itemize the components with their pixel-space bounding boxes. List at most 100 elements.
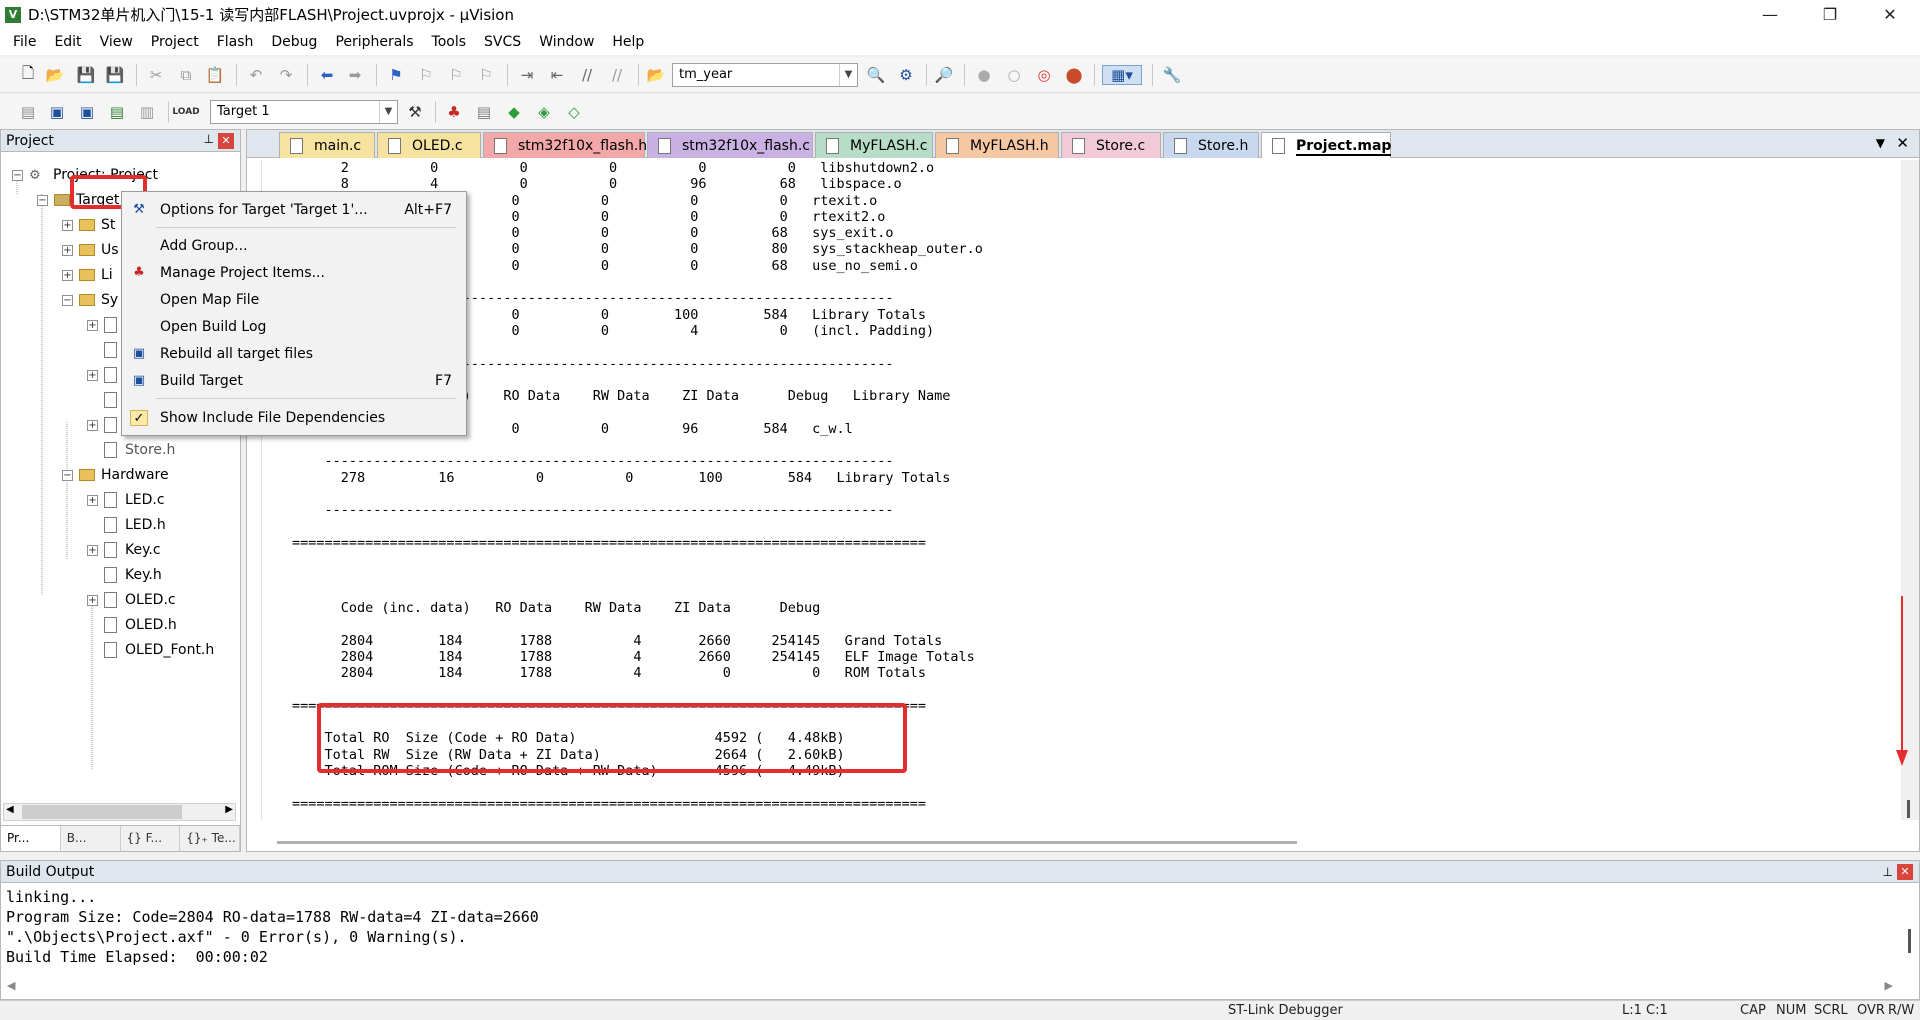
scroll-left-icon[interactable]: ◀ — [6, 804, 14, 815]
uncomment-icon[interactable]: // — [607, 65, 627, 85]
chevron-down-icon[interactable]: ▼ — [839, 64, 857, 86]
replace-icon[interactable]: ⚙ — [896, 65, 916, 85]
tree-file-oled-h[interactable]: OLED.h — [104, 614, 177, 636]
breakpoint-disable-icon[interactable]: ○ — [1004, 65, 1024, 85]
unindent-icon[interactable]: ⇤ — [547, 65, 567, 85]
collapse-icon[interactable]: − — [12, 169, 23, 181]
expand-icon[interactable]: + — [87, 544, 98, 556]
tab-myflash-c[interactable]: MyFLASH.c — [815, 132, 933, 158]
menu-item-options-for-target[interactable]: ⚒ Options for Target 'Target 1'... Alt+F… — [122, 197, 466, 223]
rebuild-icon[interactable]: ▣ — [77, 102, 97, 122]
target-combo[interactable]: Target 1 ▼ — [210, 100, 398, 124]
window-layout-icon[interactable]: ▦▾ — [1102, 65, 1142, 85]
run-time-environment-icon[interactable]: ◇ — [564, 102, 584, 122]
menu-tools[interactable]: Tools — [423, 29, 476, 55]
expand-icon[interactable]: + — [62, 244, 73, 256]
tab-books[interactable]: B... — [61, 826, 121, 851]
tree-file-key-h[interactable]: Key.h — [104, 564, 162, 586]
expand-icon[interactable]: + — [87, 494, 98, 506]
tab-project[interactable]: Pr... — [1, 826, 61, 851]
menu-peripherals[interactable]: Peripherals — [326, 29, 422, 55]
cut-icon[interactable]: ✂ — [146, 65, 166, 85]
scrollbar-thumb[interactable] — [277, 841, 1297, 844]
map-file-content[interactable]: 2 0 0 0 0 0 libshutdown2.o 8 4 0 0 96 68… — [261, 160, 1891, 820]
editor-horizontal-scrollbar[interactable] — [267, 837, 1897, 849]
expand-icon[interactable]: + — [87, 594, 98, 606]
redo-icon[interactable]: ↷ — [276, 65, 296, 85]
scrollbar-thumb[interactable] — [1908, 929, 1911, 953]
close-tab-icon[interactable]: ✕ — [1896, 134, 1909, 152]
clear-bookmarks-icon[interactable]: ⚐ — [476, 65, 496, 85]
disable-all-breakpoints-icon[interactable]: ◎ — [1034, 65, 1054, 85]
menu-window[interactable]: Window — [530, 29, 603, 55]
menu-svcs[interactable]: SVCS — [475, 29, 530, 55]
tab-list-dropdown-icon[interactable]: ▼ — [1876, 136, 1885, 150]
translate-icon[interactable]: ▤ — [18, 102, 38, 122]
menu-view[interactable]: View — [91, 29, 142, 55]
build-icon[interactable]: ▣ — [47, 102, 67, 122]
menu-flash[interactable]: Flash — [208, 29, 263, 55]
next-bookmark-icon[interactable]: ⚐ — [446, 65, 466, 85]
menu-file[interactable]: File — [4, 29, 45, 55]
tab-functions[interactable]: {} F... — [121, 826, 181, 851]
close-window-button[interactable]: ✕ — [1860, 0, 1920, 29]
save-all-icon[interactable]: 💾 — [105, 65, 125, 85]
navigate-back-icon[interactable]: ⬅ — [317, 65, 337, 85]
expand-icon[interactable]: + — [62, 269, 73, 281]
menu-debug[interactable]: Debug — [262, 29, 326, 55]
stop-build-icon[interactable]: ▥ — [137, 102, 157, 122]
tab-stm32f10x-flash-h[interactable]: stm32f10x_flash.h — [483, 132, 647, 158]
indent-icon[interactable]: ⇥ — [517, 65, 537, 85]
tab-project-map[interactable]: Project.map — [1261, 132, 1392, 158]
menu-item-open-map-file[interactable]: Open Map File — [122, 287, 466, 313]
tree-file-key-c[interactable]: + Key.c — [87, 539, 161, 561]
tree-file[interactable]: + — [87, 364, 125, 386]
build-output-horizontal-scrollbar[interactable]: ◀ ▶ — [1, 977, 1919, 997]
tree-file-oled-c[interactable]: + OLED.c — [87, 589, 176, 611]
tab-templates[interactable]: {}₊ Te... — [180, 826, 240, 851]
tree-group-sy[interactable]: − Sy — [62, 289, 118, 311]
menu-item-open-build-log[interactable]: Open Build Log — [122, 314, 466, 340]
target-options-icon[interactable]: ⚒ — [405, 102, 425, 122]
menu-item-show-include-deps[interactable]: ✓ Show Include File Dependencies — [122, 405, 466, 431]
project-horizontal-scrollbar[interactable]: ◀ ▶ — [3, 803, 236, 821]
scrollbar-thumb[interactable] — [22, 805, 182, 819]
collapse-icon[interactable]: − — [62, 469, 73, 481]
tab-main-c[interactable]: main.c — [279, 132, 375, 158]
tree-project-root[interactable]: − ⚙ Project: Project — [12, 164, 158, 186]
tree-file-store-h[interactable]: Store.h — [104, 439, 175, 461]
debug-session-icon[interactable]: 🔎 — [934, 65, 954, 85]
tab-store-h[interactable]: Store.h — [1163, 132, 1259, 158]
expand-icon[interactable]: + — [62, 219, 73, 231]
minimize-button[interactable]: — — [1740, 0, 1800, 29]
open-file-icon[interactable]: 📂 — [45, 65, 65, 85]
tree-target[interactable]: − Target 1 — [37, 189, 133, 211]
menu-help[interactable]: Help — [603, 29, 653, 55]
tree-group-us[interactable]: + Us — [62, 239, 119, 261]
breakpoint-icon[interactable]: ● — [974, 65, 994, 85]
tree-file[interactable]: + — [87, 414, 125, 436]
tree-group-li[interactable]: + Li — [62, 264, 113, 286]
pack-installer-icon[interactable]: ◈ — [534, 102, 554, 122]
expand-icon[interactable]: + — [87, 369, 98, 381]
tab-stm32f10x-flash-c[interactable]: stm32f10x_flash.c — [647, 132, 813, 158]
manage-project-items-icon[interactable]: ♣ — [444, 102, 464, 122]
configure-icon[interactable]: 🔧 — [1162, 65, 1182, 85]
menu-item-add-group[interactable]: Add Group... — [122, 233, 466, 259]
scroll-left-icon[interactable]: ◀ — [7, 979, 15, 992]
kill-all-breakpoints-icon[interactable]: ⬤ — [1064, 65, 1084, 85]
undo-icon[interactable]: ↶ — [246, 65, 266, 85]
download-load-icon[interactable]: LOAD — [172, 102, 199, 122]
collapse-icon[interactable]: − — [62, 294, 73, 306]
menu-item-manage-project-items[interactable]: ♣ Manage Project Items... — [122, 260, 466, 286]
manage-runtime-icon[interactable]: ◆ — [504, 102, 524, 122]
find-in-files-icon[interactable]: 📂 — [646, 65, 666, 85]
menu-item-build-target[interactable]: ▣ Build Target F7 — [122, 368, 466, 394]
save-icon[interactable]: 💾 — [76, 65, 96, 85]
paste-icon[interactable]: 📋 — [205, 65, 225, 85]
pin-icon[interactable]: ⊥ — [1883, 861, 1893, 883]
expand-icon[interactable]: + — [87, 319, 98, 331]
collapse-icon[interactable]: − — [37, 194, 48, 206]
tree-file-led-c[interactable]: + LED.c — [87, 489, 165, 511]
new-file-icon[interactable]: 🗋 — [18, 64, 38, 85]
